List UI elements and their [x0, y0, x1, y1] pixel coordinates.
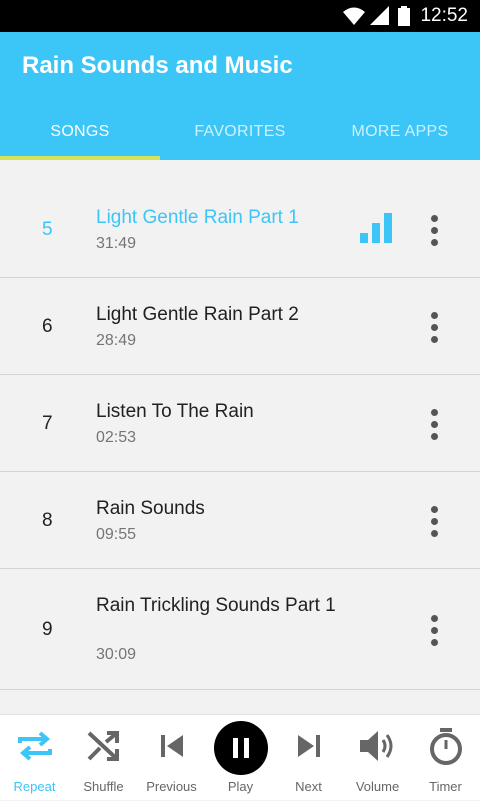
- song-title: Rain Sounds: [96, 498, 205, 519]
- previous-button[interactable]: Previous: [137, 715, 206, 801]
- volume-icon: [359, 731, 392, 761]
- timer-icon: [429, 728, 462, 765]
- song-row[interactable]: 9 Rain Trickling Sounds Part 1 30:09: [0, 569, 480, 690]
- player-controls: Repeat Shuffle Previous Play Next Volume…: [0, 714, 480, 800]
- more-options-icon[interactable]: [424, 310, 444, 346]
- song-number: 9: [42, 619, 53, 640]
- timer-label: Timer: [429, 779, 462, 794]
- song-row[interactable]: 6 Light Gentle Rain Part 2 28:49: [0, 278, 480, 375]
- song-number: 5: [42, 219, 53, 240]
- song-title: Rain Trickling Sounds Part 1: [96, 595, 336, 616]
- song-row[interactable]: 5 Light Gentle Rain Part 1 31:49: [0, 181, 480, 278]
- app-bar: Rain Sounds and Music SONGS FAVORITES MO…: [0, 32, 480, 160]
- timer-button[interactable]: Timer: [411, 715, 480, 801]
- song-duration: 09:55: [96, 526, 137, 543]
- song-row[interactable]: 8 Rain Sounds 09:55: [0, 472, 480, 569]
- more-options-icon[interactable]: [424, 213, 444, 249]
- play-pause-button[interactable]: Play: [206, 715, 275, 801]
- more-options-icon[interactable]: [424, 504, 444, 540]
- song-number: 6: [42, 316, 53, 337]
- shuffle-button[interactable]: Shuffle: [69, 715, 138, 801]
- tab-songs[interactable]: SONGS: [0, 104, 160, 160]
- song-row[interactable]: 7 Listen To The Rain 02:53: [0, 375, 480, 472]
- repeat-button[interactable]: Repeat: [0, 715, 69, 801]
- song-duration: 02:53: [96, 429, 137, 446]
- signal-icon: [370, 6, 389, 25]
- song-list[interactable]: 5 Light Gentle Rain Part 1 31:49 6 Light…: [0, 160, 480, 714]
- shuffle-label: Shuffle: [83, 779, 124, 794]
- battery-icon: [398, 6, 410, 26]
- status-bar: 12:52: [0, 0, 480, 32]
- equalizer-icon: [360, 213, 394, 243]
- more-options-icon[interactable]: [424, 407, 444, 443]
- song-title: Light Gentle Rain Part 1: [96, 207, 299, 228]
- pause-icon: [213, 721, 268, 775]
- volume-label: Volume: [355, 779, 400, 794]
- more-options-icon[interactable]: [424, 613, 444, 649]
- next-label: Next: [295, 779, 322, 794]
- app-title: Rain Sounds and Music: [22, 52, 293, 79]
- tab-more-apps[interactable]: MORE APPS: [320, 104, 480, 160]
- status-time: 12:52: [420, 5, 468, 26]
- play-label: Play: [227, 779, 254, 794]
- song-title: Listen To The Rain: [96, 401, 254, 422]
- previous-icon: [160, 735, 183, 757]
- volume-button[interactable]: Volume: [343, 715, 412, 801]
- repeat-label: Repeat: [13, 779, 56, 794]
- song-title: Light Gentle Rain Part 2: [96, 304, 299, 325]
- previous-label: Previous: [146, 779, 197, 794]
- next-button[interactable]: Next: [274, 715, 343, 801]
- wifi-icon: [343, 7, 365, 25]
- tab-bar: SONGS FAVORITES MORE APPS: [0, 104, 480, 160]
- tab-favorites[interactable]: FAVORITES: [160, 104, 320, 160]
- shuffle-icon: [87, 731, 119, 761]
- song-number: 8: [42, 510, 53, 531]
- next-icon: [297, 735, 320, 757]
- song-number: 7: [42, 413, 53, 434]
- song-row[interactable]: [0, 690, 480, 714]
- repeat-icon: [17, 731, 52, 761]
- song-duration: 30:09: [96, 646, 137, 663]
- song-duration: 28:49: [96, 332, 137, 349]
- song-duration: 31:49: [96, 235, 137, 252]
